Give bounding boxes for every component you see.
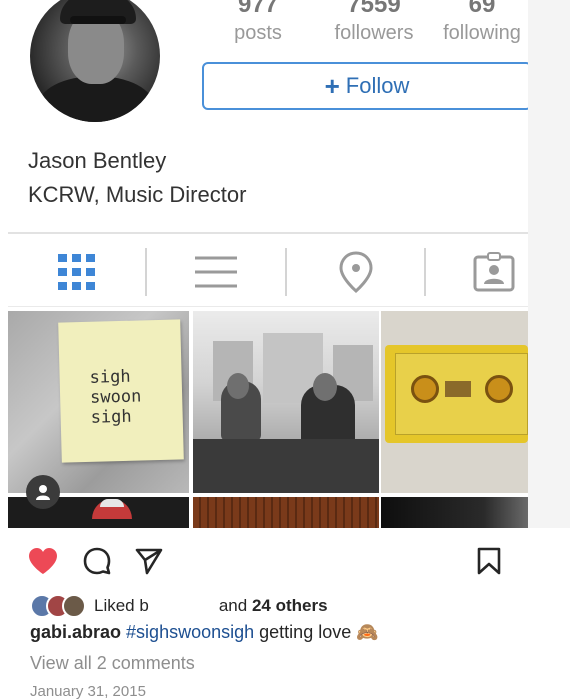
tagged-user-badge[interactable] xyxy=(26,475,60,509)
profile-bio: KCRW, Music Director xyxy=(28,182,247,207)
avatar xyxy=(62,594,86,618)
profile-screenshot: 977 posts 7559 followers 69 following + … xyxy=(8,0,528,528)
profile-avatar[interactable] xyxy=(30,0,160,122)
followers-stat[interactable]: 7559 followers xyxy=(324,0,424,45)
profile-view-tabs xyxy=(8,246,528,298)
comment-bubble-icon xyxy=(83,547,111,575)
grid-photo-cassette[interactable] xyxy=(381,311,528,493)
follow-button[interactable]: + Follow xyxy=(202,62,528,110)
right-gutter xyxy=(528,0,570,528)
tab-list-view[interactable] xyxy=(186,246,246,298)
caption-username[interactable]: gabi.abrao xyxy=(30,622,121,642)
grid-icon xyxy=(58,254,95,290)
posts-count: 977 xyxy=(237,0,279,18)
like-button[interactable] xyxy=(26,544,60,578)
tab-grid-view[interactable] xyxy=(46,246,106,298)
likes-summary[interactable]: Liked b and 24 others xyxy=(30,593,328,619)
liker-avatars xyxy=(30,593,88,619)
sticky-note: sigh swoon sigh xyxy=(58,319,184,463)
tagged-person-icon xyxy=(473,252,515,292)
plus-icon: + xyxy=(324,71,340,101)
monkey-emoji-icon: 🙈 xyxy=(356,622,379,642)
location-pin-icon xyxy=(339,251,373,293)
person-icon xyxy=(36,485,50,500)
posts-label: posts xyxy=(234,22,282,44)
grid-photo-note[interactable]: sigh swoon sigh xyxy=(8,311,189,493)
following-count: 69 xyxy=(468,0,496,18)
following-stat[interactable]: 69 following xyxy=(436,0,528,45)
grid-photo-interview[interactable] xyxy=(193,311,379,493)
follow-label: Follow xyxy=(345,73,410,98)
grid-photo-5[interactable] xyxy=(193,497,379,528)
save-button[interactable] xyxy=(472,544,506,578)
paper-plane-icon xyxy=(135,548,163,575)
liked-by-prefix: Liked b xyxy=(94,596,149,615)
tab-map-view[interactable] xyxy=(326,246,386,298)
share-button[interactable] xyxy=(132,544,166,578)
bookmark-icon xyxy=(477,547,501,575)
caption-hashtag[interactable]: #sighswoonsigh xyxy=(126,622,254,642)
divider xyxy=(8,232,528,234)
followers-count: 7559 xyxy=(347,0,401,18)
post-actions xyxy=(0,540,570,580)
posts-stat[interactable]: 977 posts xyxy=(228,0,288,45)
list-icon xyxy=(195,256,237,288)
grid-photo-6[interactable] xyxy=(381,497,528,528)
caption-text: getting love xyxy=(259,622,352,642)
followers-label: followers xyxy=(334,22,414,44)
comment-button[interactable] xyxy=(80,544,114,578)
liked-by-and: and xyxy=(218,596,248,615)
following-label: following xyxy=(443,22,521,44)
post-date: January 31, 2015 xyxy=(30,683,146,700)
profile-name: Jason Bentley xyxy=(28,148,167,173)
post-caption: gabi.abrao #sighswoonsigh getting love 🙈 xyxy=(30,622,379,643)
tab-tagged-view[interactable] xyxy=(464,246,524,298)
heart-filled-icon xyxy=(29,548,57,574)
liked-by-others[interactable]: 24 others xyxy=(252,596,328,616)
view-comments-link[interactable]: View all 2 comments xyxy=(30,653,195,674)
